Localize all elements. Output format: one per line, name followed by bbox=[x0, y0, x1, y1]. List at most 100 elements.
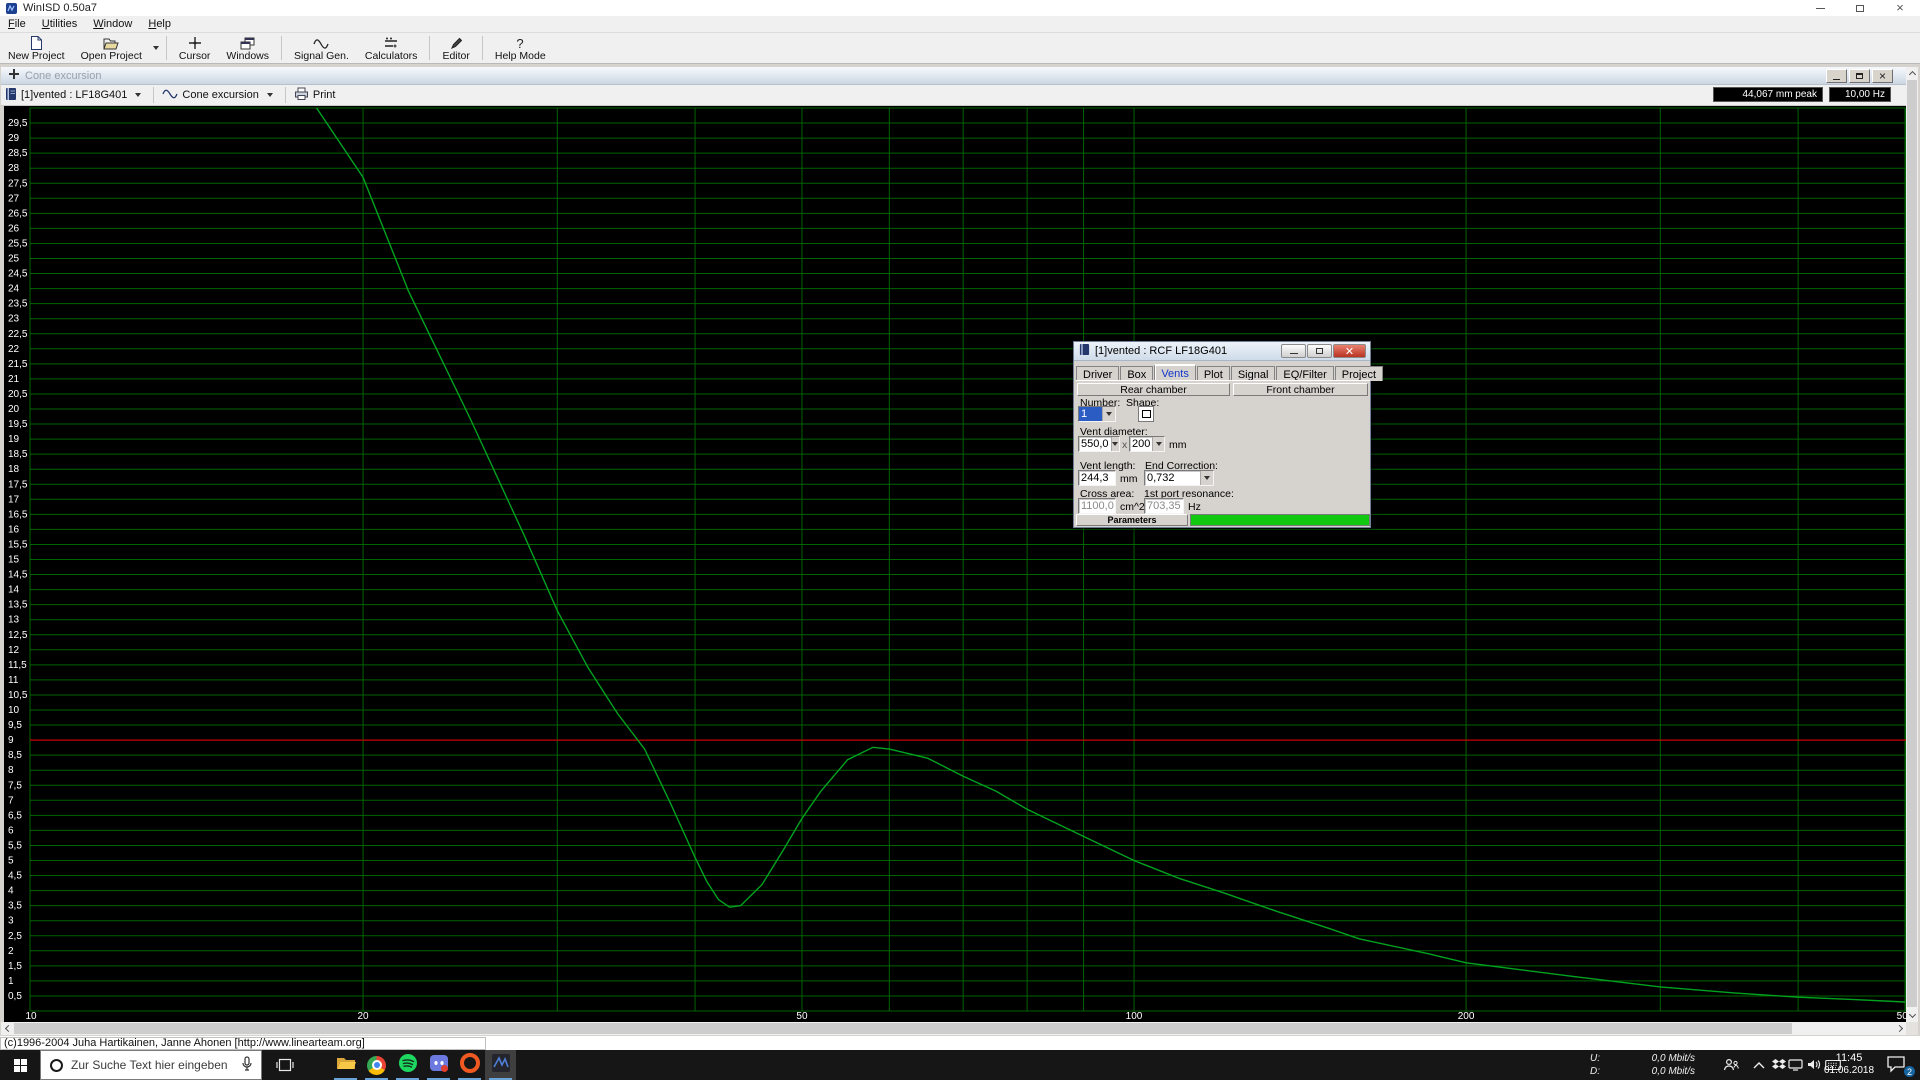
menu-utilities[interactable]: Utilities bbox=[34, 16, 85, 32]
open-project-button[interactable]: Open Project bbox=[73, 33, 150, 63]
cross-area-input: 1100,0 bbox=[1078, 498, 1116, 514]
app-close-button[interactable]: × bbox=[1880, 0, 1920, 16]
start-button[interactable] bbox=[0, 1050, 40, 1080]
vent-number-combo[interactable]: 1 bbox=[1078, 406, 1116, 422]
taskbar-app-winisd[interactable] bbox=[485, 1050, 516, 1080]
svg-text:29: 29 bbox=[8, 133, 20, 144]
chevron-down-icon[interactable] bbox=[1152, 437, 1164, 451]
chevron-down-icon[interactable] bbox=[1200, 471, 1213, 485]
signal-gen-button[interactable]: Signal Gen. bbox=[286, 33, 357, 63]
cursor-button[interactable]: Cursor bbox=[171, 33, 219, 63]
status-text: (c)1996-2004 Juha Hartikainen, Janne Aho… bbox=[0, 1037, 486, 1050]
editor-icon bbox=[450, 36, 463, 50]
print-button[interactable]: Print bbox=[290, 86, 340, 105]
task-view-button[interactable] bbox=[268, 1050, 302, 1080]
dialog-tab-driver[interactable]: Driver bbox=[1076, 366, 1119, 381]
taskbar-app-chrome[interactable] bbox=[361, 1050, 392, 1080]
vent-diameter-combo-2[interactable]: 200 bbox=[1129, 436, 1165, 452]
rear-chamber-button[interactable]: Rear chamber bbox=[1077, 383, 1230, 396]
plot-cross-icon bbox=[9, 69, 19, 82]
svg-text:10: 10 bbox=[25, 1011, 37, 1022]
dialog-restore-button[interactable] bbox=[1307, 344, 1332, 358]
dialog-tab-plot[interactable]: Plot bbox=[1197, 366, 1230, 381]
horizontal-scrollbar[interactable] bbox=[1, 1022, 1907, 1035]
people-icon[interactable] bbox=[1723, 1058, 1739, 1077]
dialog-titlebar[interactable]: [1]vented : RCF LF18G401 ✕ bbox=[1074, 342, 1370, 361]
graph-type-selector[interactable]: Cone excursion bbox=[158, 86, 280, 105]
parameters-button[interactable]: Parameters bbox=[1076, 514, 1188, 526]
shape-rect-icon bbox=[1142, 410, 1151, 418]
plot-close-button[interactable]: × bbox=[1872, 69, 1893, 83]
windows-button[interactable]: Windows bbox=[218, 33, 277, 63]
vertical-scrollbar[interactable] bbox=[1906, 67, 1918, 1022]
menu-help[interactable]: Help bbox=[140, 16, 179, 32]
taskbar-clock[interactable]: 11:45 01.06.2018 bbox=[1820, 1052, 1878, 1077]
svg-text:15: 15 bbox=[8, 555, 20, 566]
vent-diameter-combo-1[interactable]: 550,0 bbox=[1078, 436, 1120, 452]
new-project-button[interactable]: New Project bbox=[0, 33, 73, 63]
taskbar-app-origin[interactable] bbox=[454, 1050, 485, 1080]
microphone-icon[interactable] bbox=[241, 1056, 253, 1075]
chevron-down-icon[interactable] bbox=[1111, 437, 1119, 451]
svg-text:12,5: 12,5 bbox=[8, 630, 28, 641]
end-correction-value: 0,732 bbox=[1145, 471, 1200, 485]
first-port-resonance-unit: Hz bbox=[1188, 501, 1201, 513]
svg-text:3: 3 bbox=[8, 916, 14, 927]
svg-text:21: 21 bbox=[8, 374, 20, 385]
plot-minimize-button[interactable] bbox=[1826, 69, 1847, 83]
svg-text:12: 12 bbox=[8, 645, 20, 656]
svg-text:20: 20 bbox=[357, 1011, 369, 1022]
app-minimize-button[interactable] bbox=[1800, 0, 1840, 16]
dropbox-icon[interactable] bbox=[1772, 1058, 1786, 1076]
vscroll-thumb[interactable] bbox=[1907, 80, 1917, 1007]
network-icon[interactable] bbox=[1788, 1058, 1803, 1076]
dialog-tab-vents[interactable]: Vents bbox=[1154, 364, 1196, 381]
svg-text:27: 27 bbox=[8, 193, 20, 204]
plot-toolbar: [1]vented : LF18G401 Cone excursion Prin… bbox=[1, 85, 1907, 106]
taskbar-app-file-explorer[interactable] bbox=[330, 1050, 361, 1080]
taskbar-app-discord[interactable] bbox=[423, 1050, 454, 1080]
vent-length-input[interactable]: 244,3 bbox=[1078, 470, 1116, 486]
dialog-tab-signal[interactable]: Signal bbox=[1231, 366, 1276, 381]
dialog-tab-project[interactable]: Project bbox=[1335, 366, 1383, 381]
menu-window[interactable]: Window bbox=[85, 16, 140, 32]
editor-button[interactable]: Editor bbox=[434, 33, 477, 63]
svg-text:?: ? bbox=[517, 36, 524, 50]
help-mode-button[interactable]: ?Help Mode bbox=[487, 33, 554, 63]
chevron-up-icon[interactable] bbox=[1753, 1058, 1765, 1076]
menu-file[interactable]: File bbox=[0, 16, 34, 32]
end-correction-combo[interactable]: 0,732 bbox=[1144, 470, 1214, 486]
app-titlebar: WinISD 0.50a7 × bbox=[0, 0, 1920, 16]
dialog-minimize-button[interactable] bbox=[1281, 344, 1306, 358]
front-chamber-button[interactable]: Front chamber bbox=[1233, 383, 1368, 396]
svg-text:7: 7 bbox=[8, 795, 14, 806]
dialog-tab-box[interactable]: Box bbox=[1120, 366, 1153, 381]
chevron-down-icon[interactable] bbox=[263, 88, 277, 103]
svg-text:13,5: 13,5 bbox=[8, 600, 28, 611]
plot-restore-button[interactable] bbox=[1849, 69, 1870, 83]
svg-text:9: 9 bbox=[8, 735, 14, 746]
hscroll-thumb[interactable] bbox=[14, 1023, 1792, 1034]
taskbar-search-input[interactable]: Zur Suche Text hier eingeben bbox=[40, 1050, 262, 1080]
scroll-left-button[interactable] bbox=[1, 1022, 14, 1035]
notification-button[interactable]: 2 bbox=[1886, 1055, 1912, 1075]
svg-text:10: 10 bbox=[8, 705, 20, 716]
chevron-down-icon[interactable] bbox=[131, 88, 145, 103]
scroll-up-button[interactable] bbox=[1906, 67, 1918, 80]
chevron-down-icon[interactable] bbox=[1102, 407, 1115, 421]
vent-length-unit: mm bbox=[1120, 473, 1138, 485]
dialog-tab-eq-filter[interactable]: EQ/Filter bbox=[1276, 366, 1333, 381]
vent-shape-button[interactable] bbox=[1138, 406, 1154, 422]
spotify-icon bbox=[398, 1053, 418, 1078]
scroll-down-button[interactable] bbox=[1906, 1009, 1918, 1022]
calculators-button[interactable]: Calculators bbox=[357, 33, 426, 63]
plot-canvas[interactable]: 0,511,522,533,544,555,566,577,588,599,51… bbox=[4, 106, 1907, 1022]
project-selector[interactable]: [1]vented : LF18G401 bbox=[1, 86, 149, 105]
app-restore-button[interactable] bbox=[1840, 0, 1880, 16]
taskbar-app-spotify[interactable] bbox=[392, 1050, 423, 1080]
main-toolbar: New ProjectOpen Project CursorWindows Sign… bbox=[0, 33, 1920, 64]
open-project-dropdown[interactable] bbox=[150, 33, 162, 63]
svg-text:6,5: 6,5 bbox=[8, 810, 22, 821]
dialog-close-button[interactable]: ✕ bbox=[1333, 344, 1366, 358]
svg-text:17,5: 17,5 bbox=[8, 479, 28, 490]
